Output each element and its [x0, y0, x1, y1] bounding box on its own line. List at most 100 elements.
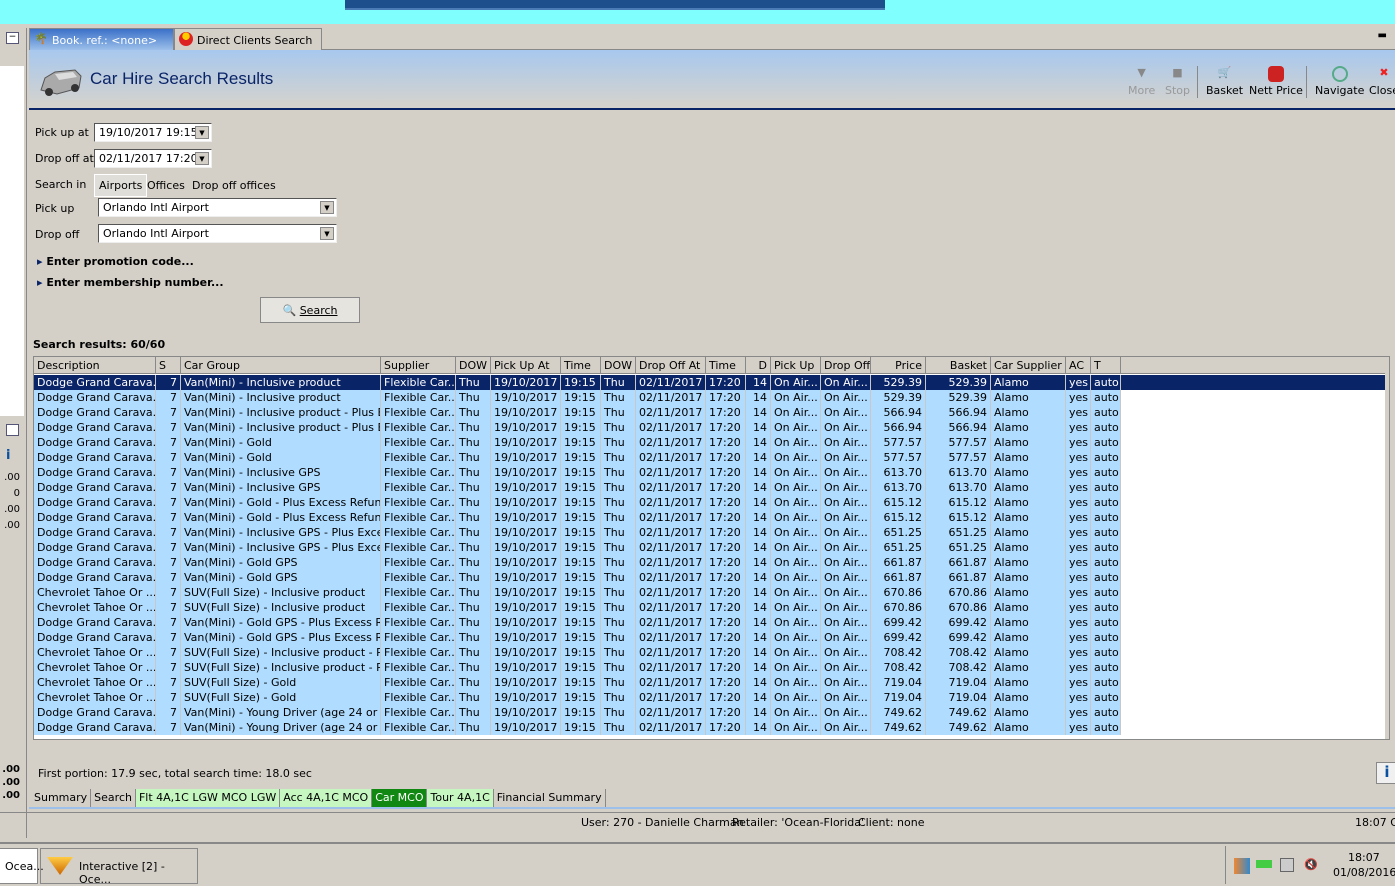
table-cell: 17:20: [706, 570, 746, 585]
table-cell: Alamo: [991, 375, 1066, 390]
antivirus-icon[interactable]: [1234, 858, 1250, 874]
table-cell: auto: [1091, 705, 1121, 720]
tab-direct-clients-search[interactable]: Direct Clients Search: [174, 28, 322, 50]
tab-booking[interactable]: 🌴 Book. ref.: <none> ✕: [29, 28, 174, 60]
table-row[interactable]: Dodge Grand Carava... 7 Van(Mini) - Inclus…: [34, 390, 1389, 405]
table-cell: 19:15: [561, 705, 601, 720]
network-icon[interactable]: [1280, 858, 1294, 872]
column-header[interactable]: AC: [1066, 357, 1091, 374]
column-header[interactable]: Time: [561, 357, 601, 374]
column-header[interactable]: Price: [871, 357, 926, 374]
table-row[interactable]: Dodge Grand Carava... 7 Van(Mini) - Gold Fl…: [34, 435, 1389, 450]
table-cell: 17:20: [706, 480, 746, 495]
dropoff-select[interactable]: Orlando Intl Airport ▼: [98, 224, 337, 243]
table-row[interactable]: Dodge Grand Carava... 7 Van(Mini) - Young …: [34, 705, 1389, 720]
column-header[interactable]: Pick Up: [771, 357, 821, 374]
pickup-select[interactable]: Orlando Intl Airport ▼: [98, 198, 337, 217]
column-header[interactable]: Car Supplier: [991, 357, 1066, 374]
chevron-down-icon[interactable]: ▼: [320, 201, 334, 214]
table-cell: 577.57: [926, 450, 991, 465]
column-header[interactable]: Supplier: [381, 357, 456, 374]
column-header[interactable]: Basket: [926, 357, 991, 374]
chevron-down-icon[interactable]: ▼: [320, 227, 334, 240]
chevron-down-icon[interactable]: ▼: [195, 152, 209, 165]
membership-number-expander[interactable]: Enter membership number...: [37, 276, 223, 289]
table-cell: auto: [1091, 390, 1121, 405]
table-cell: 02/11/2017: [636, 540, 706, 555]
info-button[interactable]: i: [1376, 762, 1395, 784]
table-row[interactable]: Chevrolet Tahoe Or ... 7 SUV(Full Size) - …: [34, 690, 1389, 705]
column-header[interactable]: DOW: [456, 357, 491, 374]
search-in-offices[interactable]: Offices: [147, 179, 185, 192]
column-header[interactable]: Description: [34, 357, 156, 374]
chevron-down-icon[interactable]: ▼: [195, 126, 209, 139]
network-card-icon[interactable]: [1256, 860, 1272, 868]
minimize-pane-icon[interactable]: −: [6, 32, 19, 44]
table-row[interactable]: Dodge Grand Carava... 7 Van(Mini) - Inclus…: [34, 465, 1389, 480]
taskbar-item[interactable]: Ocea...: [0, 848, 44, 884]
table-row[interactable]: Chevrolet Tahoe Or ... 7 SUV(Full Size) - …: [34, 660, 1389, 675]
table-row[interactable]: Dodge Grand Carava... 7 Van(Mini) - Gold -…: [34, 495, 1389, 510]
restore-pane-icon[interactable]: [6, 424, 19, 436]
bottom-tab-tour[interactable]: Tour 4A,1C: [427, 789, 494, 807]
table-row[interactable]: Dodge Grand Carava... 7 Van(Mini) - Gold -…: [34, 510, 1389, 525]
minimize-icon[interactable]: ▬: [1378, 30, 1387, 41]
table-row[interactable]: Dodge Grand Carava... 7 Van(Mini) - Gold Fl…: [34, 450, 1389, 465]
search-in-airports[interactable]: Airports: [94, 174, 148, 197]
table-row[interactable]: Chevrolet Tahoe Or ... 7 SUV(Full Size) - …: [34, 585, 1389, 600]
table-row[interactable]: Dodge Grand Carava... 7 Van(Mini) - Inclus…: [34, 525, 1389, 540]
bottom-tab-flight[interactable]: Flt 4A,1C LGW MCO LGW: [135, 789, 281, 807]
info-icon[interactable]: i: [6, 448, 10, 463]
column-header[interactable]: T: [1091, 357, 1121, 374]
scrollbar[interactable]: [1385, 357, 1389, 739]
bottom-tab-search[interactable]: Search: [91, 789, 136, 807]
column-header[interactable]: Drop Off: [821, 357, 871, 374]
pickup-at-field[interactable]: 19/10/2017 19:15 ▼: [94, 123, 212, 142]
basket-button[interactable]: 🛒 Basket: [1206, 66, 1243, 97]
column-header[interactable]: Time: [706, 357, 746, 374]
table-cell: 17:20: [706, 705, 746, 720]
table-cell: 577.57: [926, 435, 991, 450]
table-cell: 19/10/2017: [491, 420, 561, 435]
column-header[interactable]: S: [156, 357, 181, 374]
table-row[interactable]: Dodge Grand Carava... 7 Van(Mini) - Gold G…: [34, 555, 1389, 570]
column-header[interactable]: D: [746, 357, 771, 374]
table-row[interactable]: Dodge Grand Carava... 7 Van(Mini) - Gold G…: [34, 630, 1389, 645]
table-row[interactable]: Dodge Grand Carava... 7 Van(Mini) - Inclus…: [34, 540, 1389, 555]
bottom-tab-summary[interactable]: Summary: [31, 789, 92, 807]
promotion-code-expander[interactable]: Enter promotion code...: [37, 255, 193, 268]
table-row[interactable]: Chevrolet Tahoe Or ... 7 SUV(Full Size) - …: [34, 600, 1389, 615]
nett-price-button[interactable]: Nett Price: [1249, 66, 1303, 97]
table-row[interactable]: Dodge Grand Carava... 7 Van(Mini) - Young …: [34, 720, 1389, 735]
table-row[interactable]: Dodge Grand Carava... 7 Van(Mini) - Gold G…: [34, 615, 1389, 630]
table-cell: 19/10/2017: [491, 585, 561, 600]
more-button[interactable]: ▼ More: [1128, 66, 1155, 97]
bottom-tab-financial-summary[interactable]: Financial Summary: [494, 789, 606, 807]
search-button[interactable]: 🔍 Search: [260, 297, 360, 323]
column-header[interactable]: Pick Up At: [491, 357, 561, 374]
table-row[interactable]: Dodge Grand Carava... 7 Van(Mini) - Inclus…: [34, 420, 1389, 435]
volume-muted-icon[interactable]: 🔇: [1304, 858, 1318, 871]
taskbar-item-interactive[interactable]: Interactive [2] - Oce...: [40, 848, 198, 886]
table-row[interactable]: Chevrolet Tahoe Or ... 7 SUV(Full Size) - …: [34, 675, 1389, 690]
column-header[interactable]: Car Group: [181, 357, 381, 374]
table-cell: yes: [1066, 690, 1091, 705]
bottom-tab-accommodation[interactable]: Acc 4A,1C MCO: [280, 789, 373, 807]
table-row[interactable]: Dodge Grand Carava... 7 Van(Mini) - Inclus…: [34, 375, 1389, 390]
navigate-button[interactable]: Navigate: [1315, 66, 1364, 97]
dropoff-at-field[interactable]: 02/11/2017 17:20 ▼: [94, 149, 212, 168]
table-row[interactable]: Dodge Grand Carava... 7 Van(Mini) - Gold G…: [34, 570, 1389, 585]
table-row[interactable]: Dodge Grand Carava... 7 Van(Mini) - Inclus…: [34, 480, 1389, 495]
table-cell: 7: [156, 390, 181, 405]
table-cell: Thu: [601, 660, 636, 675]
search-in-dropoff-offices[interactable]: Drop off offices: [192, 179, 276, 192]
bottom-tab-car[interactable]: Car MCO: [372, 789, 428, 807]
table-cell: Thu: [456, 660, 491, 675]
stop-button[interactable]: ■ Stop: [1165, 66, 1190, 97]
table-row[interactable]: Dodge Grand Carava... 7 Van(Mini) - Inclus…: [34, 405, 1389, 420]
table-row[interactable]: Chevrolet Tahoe Or ... 7 SUV(Full Size) - …: [34, 645, 1389, 660]
table-cell: Van(Mini) - Inclusive product: [181, 390, 381, 405]
close-button[interactable]: ✖ Close: [1369, 66, 1395, 97]
column-header[interactable]: Drop Off At: [636, 357, 706, 374]
column-header[interactable]: DOW: [601, 357, 636, 374]
